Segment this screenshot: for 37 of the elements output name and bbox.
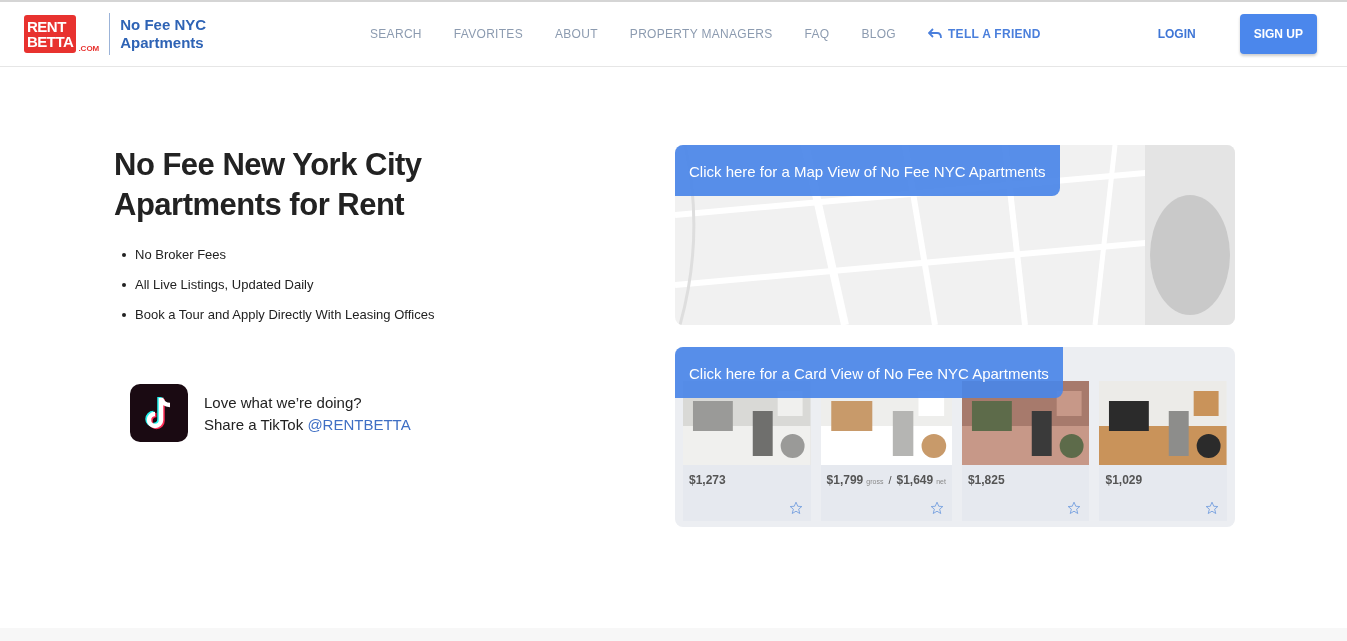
star-icon[interactable] [788, 501, 803, 515]
star-icon[interactable] [929, 501, 944, 515]
map-view-link[interactable]: Click here for a Map View of No Fee NYC Apartments [675, 145, 1060, 196]
reply-arrow-icon [928, 28, 942, 40]
page-heading: No Fee New York City Apartments for Rent [114, 146, 423, 224]
promo-text: Share a TikTok [204, 415, 304, 433]
bullet-icon [122, 252, 126, 257]
price: $1,649 [896, 473, 934, 487]
music-note-app-icon[interactable] [130, 384, 188, 442]
tiktok-handle-link[interactable]: @RENTBETTA [307, 415, 411, 433]
star-icon[interactable] [1067, 501, 1082, 515]
listing-details[interactable]: $1,029 [1099, 465, 1227, 521]
price: $1,029 [1105, 473, 1143, 487]
listing-details[interactable]: $1,273 [683, 465, 811, 521]
tell-a-friend-link[interactable]: TELL A FRIEND [928, 27, 1041, 41]
nav-link[interactable]: BLOG [861, 27, 896, 41]
nav-link[interactable]: SEARCH [370, 27, 422, 41]
price: $1,825 [967, 473, 1005, 487]
star-icon[interactable] [1205, 501, 1219, 515]
feature-text: No Broker Fees [135, 247, 227, 262]
login-link[interactable]: LOGIN [1157, 27, 1196, 41]
feature-text: All Live Listings, Updated Daily [135, 277, 314, 292]
promo-text: Love what we’re doing? [204, 393, 363, 411]
feature-text: Book a Tour and Apply Directly With Leasing Offices [135, 307, 435, 322]
nav-link[interactable]: FAVORITES [453, 27, 523, 41]
bullet-icon [122, 282, 126, 287]
listing-details[interactable]: $1,825 [961, 465, 1090, 521]
nav-link[interactable]: PROPERTY MANAGERS [629, 27, 773, 41]
sign-up-button[interactable]: SIGN UP [1239, 14, 1317, 54]
price-separator: / [888, 474, 892, 486]
bullet-icon [122, 312, 126, 317]
site-tagline: No Fee NYC Apartments [120, 16, 208, 52]
price: $1,273 [689, 473, 726, 487]
price: $1,799 [826, 473, 864, 487]
card-view-link[interactable]: Click here for a Card View of No Fee NYC Apartments [675, 347, 1063, 398]
nav-link[interactable]: FAQ [804, 27, 830, 41]
nav-link[interactable]: ABOUT [555, 27, 598, 41]
